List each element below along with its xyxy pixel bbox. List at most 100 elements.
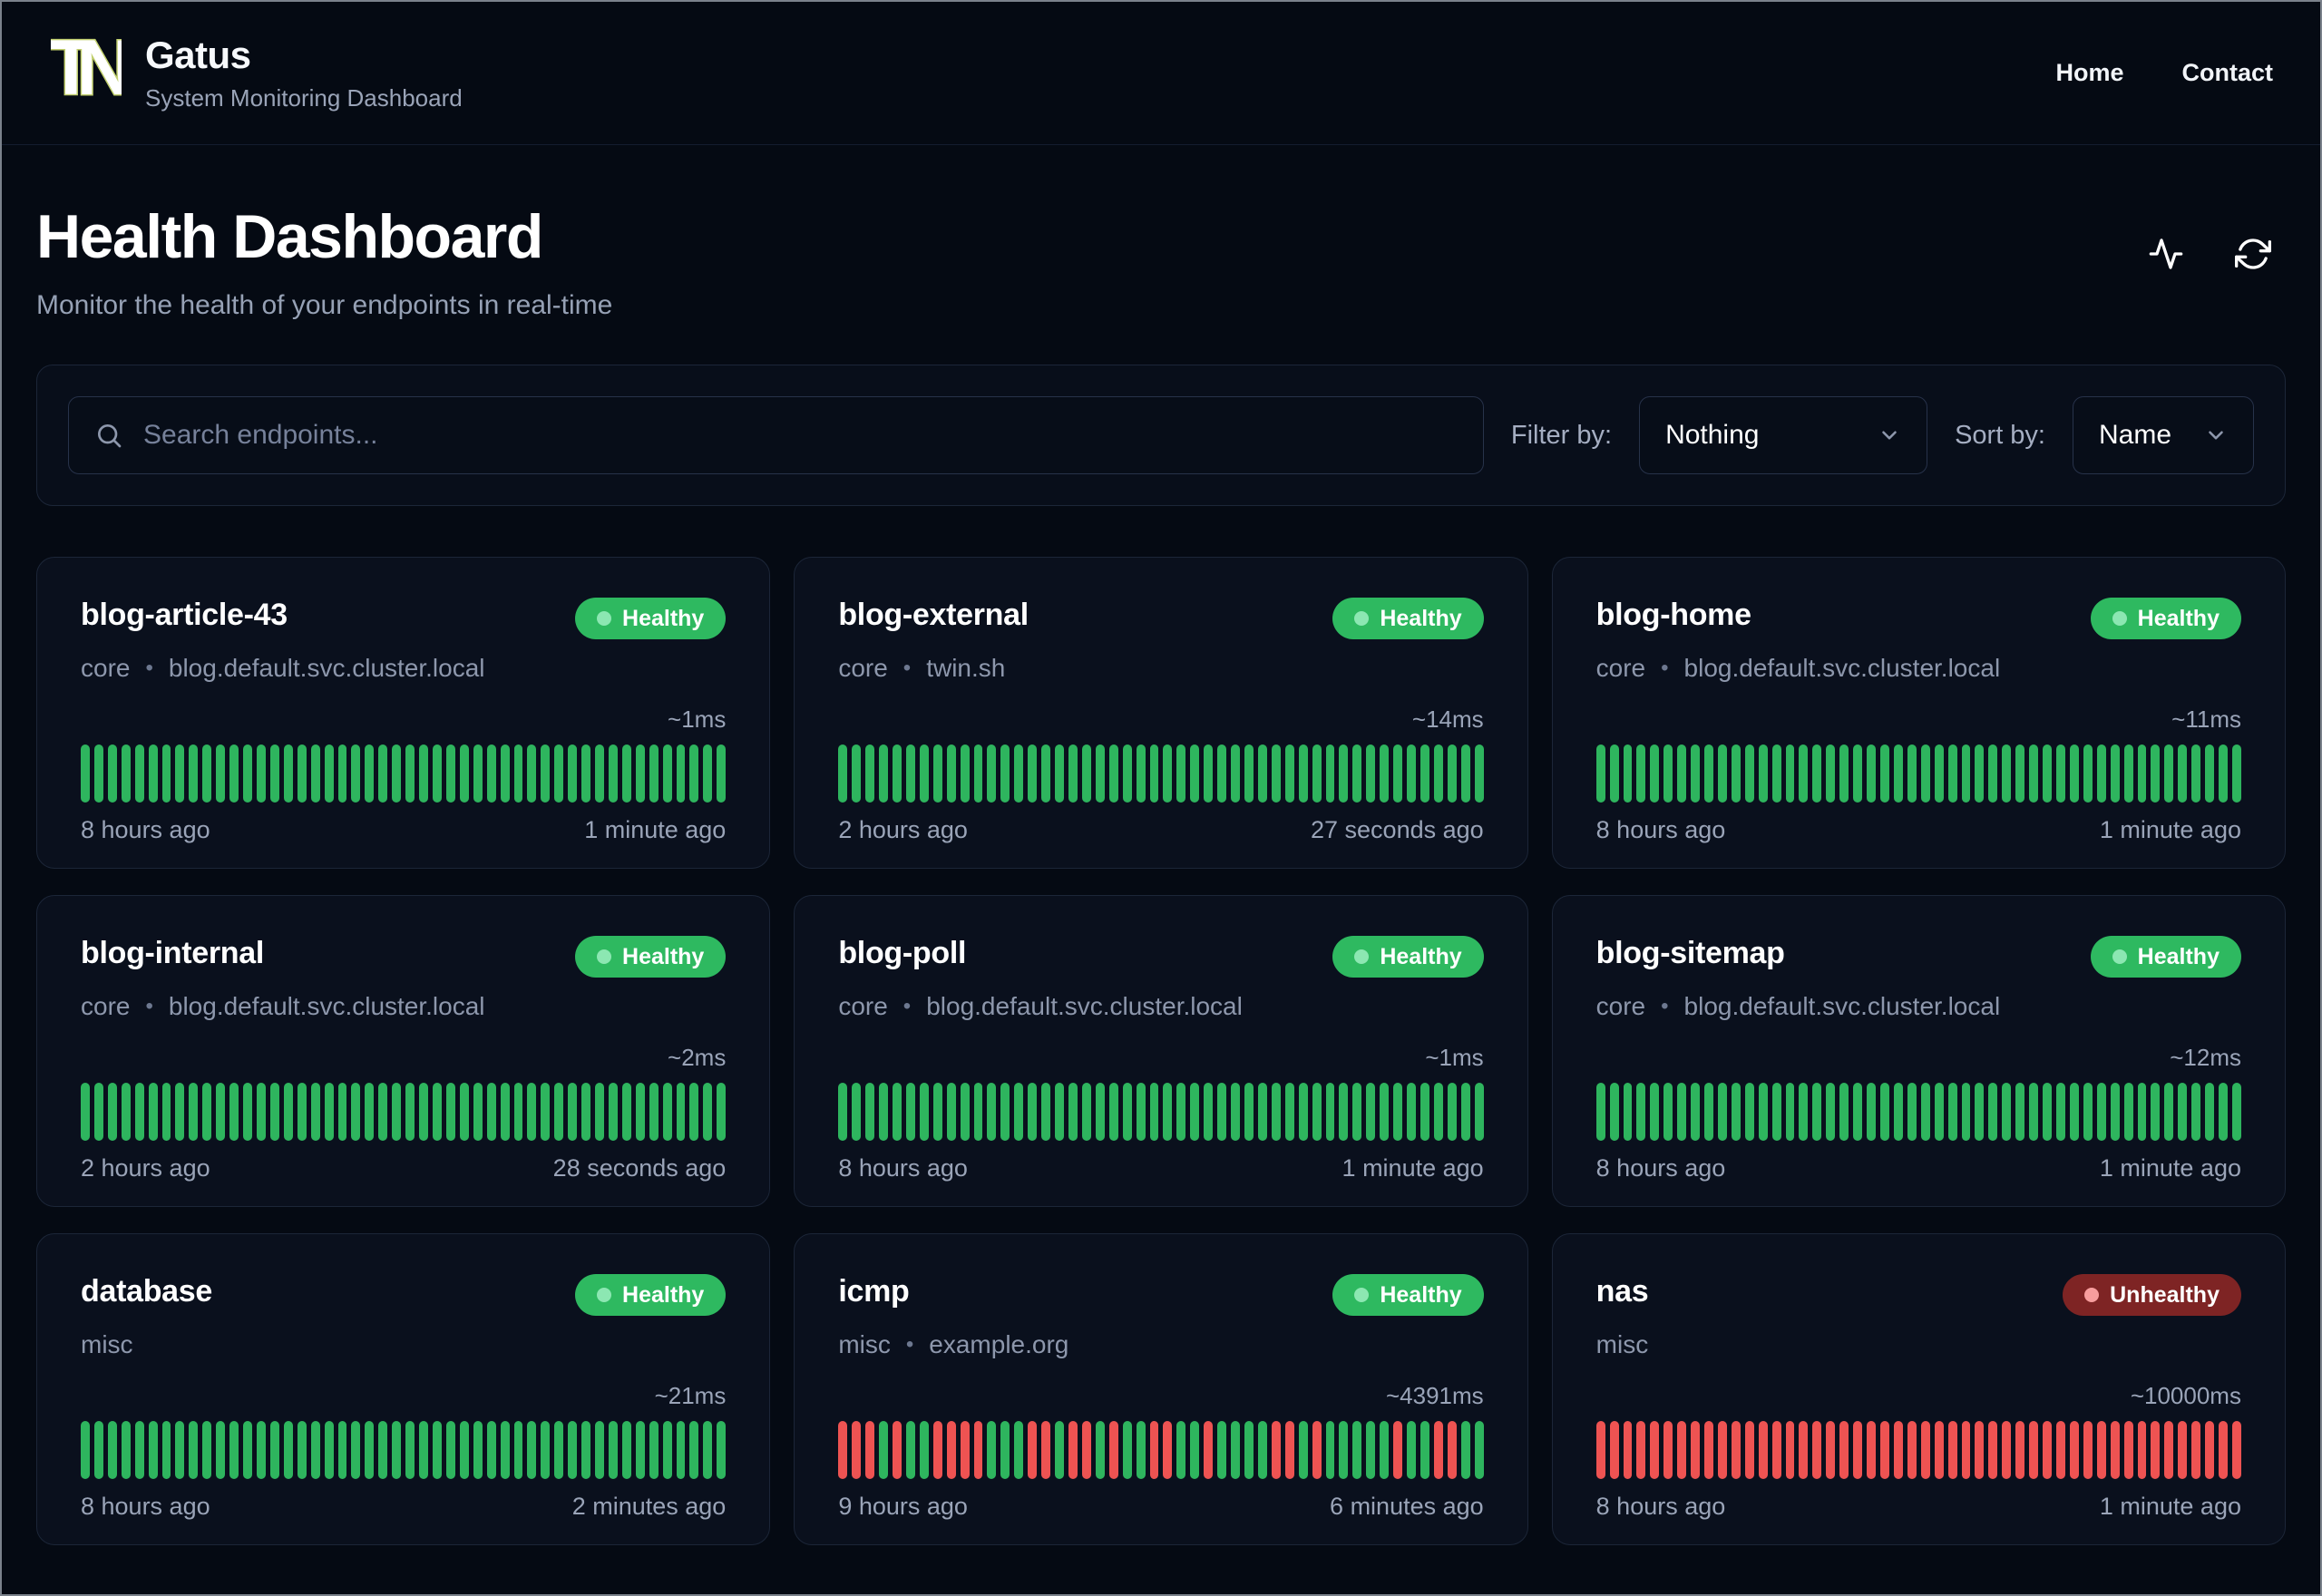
- status-bar[interactable]: [378, 1421, 388, 1479]
- status-bar[interactable]: [1393, 1421, 1403, 1479]
- status-bar[interactable]: [1407, 1421, 1416, 1479]
- status-bar[interactable]: [1217, 744, 1227, 803]
- status-bar[interactable]: [1785, 1421, 1795, 1479]
- status-bar[interactable]: [1055, 1083, 1064, 1141]
- status-bar[interactable]: [1920, 1083, 1930, 1141]
- status-bar[interactable]: [1136, 1421, 1146, 1479]
- status-bar[interactable]: [1744, 1083, 1754, 1141]
- endpoint-card[interactable]: blog-internal Healthy core • blog.defaul…: [36, 895, 771, 1207]
- status-bar[interactable]: [879, 744, 889, 803]
- status-bar[interactable]: [879, 1083, 889, 1141]
- status-bar[interactable]: [946, 744, 956, 803]
- refresh-button[interactable]: [2233, 234, 2273, 274]
- status-bar[interactable]: [1312, 1421, 1322, 1479]
- status-bar[interactable]: [2002, 1421, 2012, 1479]
- status-bar[interactable]: [1947, 1083, 1957, 1141]
- endpoint-card[interactable]: nas Unhealthy misc • ~10000ms 8 hours ag…: [1551, 1233, 2286, 1545]
- status-bar[interactable]: [987, 744, 997, 803]
- status-bar[interactable]: [93, 744, 103, 803]
- status-bar[interactable]: [2219, 1083, 2228, 1141]
- status-bar[interactable]: [2178, 1083, 2188, 1141]
- status-bar[interactable]: [2164, 744, 2174, 803]
- status-bar[interactable]: [1799, 744, 1809, 803]
- status-bar[interactable]: [324, 1083, 334, 1141]
- status-bar[interactable]: [2043, 744, 2052, 803]
- status-bar[interactable]: [879, 1421, 889, 1479]
- status-bar[interactable]: [1744, 744, 1754, 803]
- status-bar[interactable]: [919, 1083, 929, 1141]
- sort-select[interactable]: Name: [2073, 396, 2254, 474]
- status-bar[interactable]: [1176, 1421, 1186, 1479]
- status-bar[interactable]: [1028, 1421, 1038, 1479]
- status-bar[interactable]: [1839, 1083, 1849, 1141]
- status-bar[interactable]: [1041, 744, 1051, 803]
- status-bar[interactable]: [649, 1083, 659, 1141]
- status-bar[interactable]: [229, 1083, 239, 1141]
- status-bar[interactable]: [2231, 744, 2241, 803]
- status-bar[interactable]: [595, 1421, 604, 1479]
- status-bar[interactable]: [365, 1421, 375, 1479]
- status-bar[interactable]: [216, 1421, 226, 1479]
- status-bar[interactable]: [2015, 1083, 2025, 1141]
- status-bar[interactable]: [1988, 744, 1998, 803]
- status-bar[interactable]: [973, 1083, 983, 1141]
- status-bar[interactable]: [202, 1421, 212, 1479]
- status-bar[interactable]: [1204, 1083, 1214, 1141]
- status-bar[interactable]: [229, 1421, 239, 1479]
- status-bar[interactable]: [1799, 1083, 1809, 1141]
- status-bar[interactable]: [1000, 744, 1010, 803]
- status-bar[interactable]: [1650, 1421, 1660, 1479]
- status-bar[interactable]: [351, 1083, 361, 1141]
- status-bar[interactable]: [216, 1083, 226, 1141]
- status-bar[interactable]: [946, 1421, 956, 1479]
- status-bar[interactable]: [1947, 1421, 1957, 1479]
- status-bar[interactable]: [189, 744, 199, 803]
- status-bar[interactable]: [703, 744, 713, 803]
- status-bar[interactable]: [2123, 744, 2133, 803]
- status-bar[interactable]: [2164, 1421, 2174, 1479]
- status-bar[interactable]: [554, 744, 564, 803]
- status-bar[interactable]: [905, 744, 915, 803]
- status-bar[interactable]: [581, 744, 591, 803]
- status-bar[interactable]: [1758, 1421, 1768, 1479]
- status-bar[interactable]: [1366, 1083, 1376, 1141]
- status-bar[interactable]: [2178, 1421, 2188, 1479]
- status-bar[interactable]: [202, 744, 212, 803]
- status-bar[interactable]: [581, 1083, 591, 1141]
- status-bar[interactable]: [1407, 1083, 1416, 1141]
- status-bar[interactable]: [2002, 1083, 2012, 1141]
- status-bar[interactable]: [635, 1083, 645, 1141]
- endpoint-card[interactable]: database Healthy misc • ~21ms 8 hours ag…: [36, 1233, 771, 1545]
- status-bar[interactable]: [2110, 1083, 2120, 1141]
- status-bar[interactable]: [893, 744, 902, 803]
- status-bar[interactable]: [1122, 1421, 1132, 1479]
- status-bar[interactable]: [649, 744, 659, 803]
- status-bar[interactable]: [676, 744, 686, 803]
- status-bar[interactable]: [1717, 744, 1727, 803]
- status-bar[interactable]: [2043, 1421, 2052, 1479]
- status-bar[interactable]: [486, 1421, 496, 1479]
- status-bar[interactable]: [703, 1083, 713, 1141]
- status-bar[interactable]: [1961, 1083, 1971, 1141]
- status-bar[interactable]: [1677, 1083, 1687, 1141]
- status-bar[interactable]: [1595, 1083, 1605, 1141]
- endpoint-card[interactable]: blog-home Healthy core • blog.default.sv…: [1551, 557, 2286, 869]
- status-bar[interactable]: [1014, 1083, 1024, 1141]
- status-bar[interactable]: [365, 744, 375, 803]
- status-bar[interactable]: [1081, 1083, 1091, 1141]
- status-bar[interactable]: [148, 744, 158, 803]
- status-bar[interactable]: [1122, 1083, 1132, 1141]
- status-bar[interactable]: [500, 1083, 510, 1141]
- status-bar[interactable]: [2096, 744, 2106, 803]
- status-bar[interactable]: [1108, 1083, 1118, 1141]
- status-bar[interactable]: [1095, 744, 1105, 803]
- status-bar[interactable]: [1880, 1083, 1889, 1141]
- endpoint-card[interactable]: blog-article-43 Healthy core • blog.defa…: [36, 557, 771, 869]
- status-bar[interactable]: [919, 744, 929, 803]
- status-bar[interactable]: [1095, 1421, 1105, 1479]
- status-bar[interactable]: [459, 1083, 469, 1141]
- status-bar[interactable]: [1136, 744, 1146, 803]
- status-bar[interactable]: [1041, 1083, 1051, 1141]
- status-bar[interactable]: [1907, 1083, 1917, 1141]
- status-bar[interactable]: [1325, 1083, 1335, 1141]
